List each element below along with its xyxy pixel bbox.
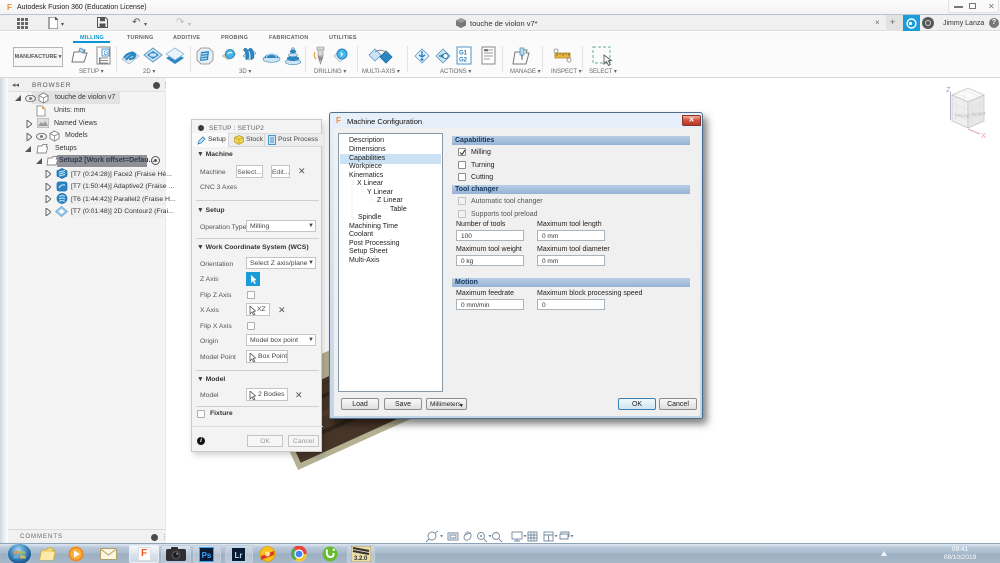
svg-text:G: G <box>104 51 109 57</box>
svg-text:FRONT: FRONT <box>955 113 971 119</box>
svg-text:G2: G2 <box>459 58 468 64</box>
svg-text:X: X <box>981 131 986 140</box>
svg-text:RIGHT: RIGHT <box>972 111 986 117</box>
svg-text:Z: Z <box>946 85 951 94</box>
svg-text:G1: G1 <box>459 51 468 57</box>
svg-text:3.2.0: 3.2.0 <box>354 556 368 562</box>
